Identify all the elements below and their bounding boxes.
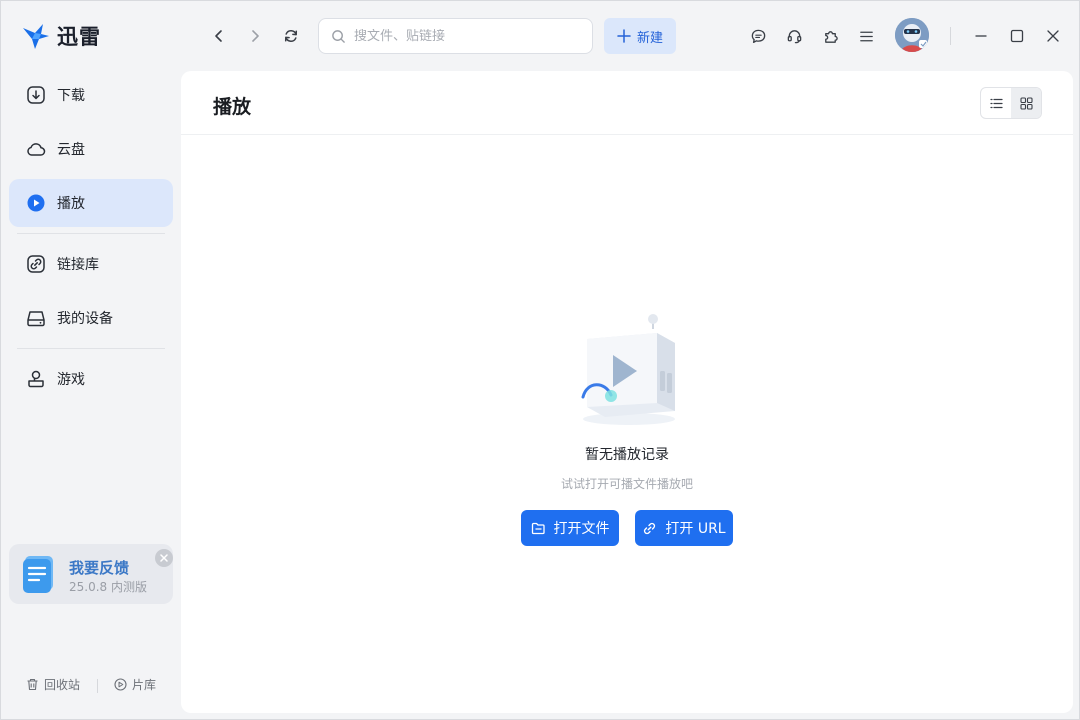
footer-separator xyxy=(97,679,98,693)
message-button[interactable] xyxy=(747,25,769,47)
sidebar-item-game[interactable]: 游戏 xyxy=(9,355,173,403)
link-icon xyxy=(644,522,656,534)
search-box[interactable] xyxy=(318,18,593,54)
app-window: 迅雷 新建 xyxy=(0,0,1080,720)
sidebar-item-label: 播放 xyxy=(57,196,85,212)
feedback-document-icon xyxy=(23,556,53,593)
sidebar-footer: 回收站 片库 xyxy=(1,676,181,696)
search-input[interactable] xyxy=(354,28,574,44)
open-file-label: 打开文件 xyxy=(553,521,610,537)
cloud-icon xyxy=(27,143,46,156)
folder-open-icon xyxy=(531,522,545,534)
sidebar-item-link-library[interactable]: 链接库 xyxy=(9,240,173,288)
page-title: 播放 xyxy=(213,96,252,118)
library-label: 片库 xyxy=(132,678,157,692)
title-bar: 迅雷 新建 xyxy=(1,1,1080,71)
titlebar-separator xyxy=(950,27,951,45)
feedback-title: 我要反馈 xyxy=(69,559,130,577)
sidebar-item-label: 下载 xyxy=(57,88,85,104)
open-file-button[interactable]: 打开文件 xyxy=(521,510,619,546)
recycle-bin-link[interactable]: 回收站 xyxy=(26,676,80,693)
refresh-icon xyxy=(284,30,298,42)
sidebar-item-label: 链接库 xyxy=(57,257,99,273)
sidebar-item-label: 我的设备 xyxy=(57,311,113,327)
new-task-button[interactable]: 新建 xyxy=(604,18,676,54)
open-url-label: 打开 URL xyxy=(665,521,726,537)
game-icon xyxy=(28,370,44,388)
list-view-button[interactable] xyxy=(981,88,1011,118)
header-divider xyxy=(181,134,1073,135)
minimize-icon xyxy=(975,35,987,37)
new-task-label: 新建 xyxy=(636,30,663,46)
refresh-button[interactable] xyxy=(280,25,302,47)
view-mode-toggle xyxy=(980,87,1042,119)
sidebar-item-play[interactable]: 播放 xyxy=(9,179,173,227)
support-button[interactable] xyxy=(783,25,805,47)
trash-icon xyxy=(27,678,38,691)
empty-state-subtitle: 试试打开可播文件播放吧 xyxy=(560,477,693,491)
plus-icon xyxy=(617,29,631,43)
app-logo: 迅雷 xyxy=(21,21,101,51)
search-icon xyxy=(332,29,345,43)
link-library-icon xyxy=(27,255,45,273)
download-icon xyxy=(27,86,45,104)
empty-player-illustration xyxy=(581,314,675,425)
back-icon xyxy=(215,30,222,42)
plugin-icon xyxy=(824,30,838,43)
back-button[interactable] xyxy=(208,25,230,47)
plugin-button[interactable] xyxy=(819,25,841,47)
app-name: 迅雷 xyxy=(57,25,101,49)
user-avatar[interactable] xyxy=(895,18,929,52)
maximize-button[interactable] xyxy=(1006,25,1028,47)
forward-icon xyxy=(252,30,259,42)
app-version: 25.0.8 内测版 xyxy=(69,580,147,594)
avatar-icon xyxy=(895,18,929,52)
close-icon xyxy=(160,554,168,562)
headset-icon xyxy=(787,29,801,43)
sidebar-divider xyxy=(17,233,165,234)
feedback-card[interactable]: 我要反馈 25.0.8 内测版 xyxy=(9,544,173,604)
close-icon xyxy=(1047,30,1059,42)
message-icon xyxy=(751,29,765,43)
open-url-button[interactable]: 打开 URL xyxy=(635,510,733,546)
feedback-close-button[interactable] xyxy=(155,549,173,567)
sidebar-item-label: 云盘 xyxy=(57,142,85,158)
device-icon xyxy=(27,311,45,327)
sidebar-item-cloud[interactable]: 云盘 xyxy=(9,125,173,173)
recycle-bin-label: 回收站 xyxy=(44,678,81,692)
xunlei-bird-icon xyxy=(23,24,49,49)
close-button[interactable] xyxy=(1042,25,1064,47)
menu-icon xyxy=(859,31,873,41)
film-library-icon xyxy=(114,678,127,691)
empty-state-title: 暂无播放记录 xyxy=(585,447,669,463)
minimize-button[interactable] xyxy=(970,25,992,47)
sidebar: 下载 云盘 播放 链接库 我的设备 游戏 我要反馈 25.0.8 内测版 回收站… xyxy=(1,71,181,720)
forward-button[interactable] xyxy=(244,25,266,47)
sidebar-item-label: 游戏 xyxy=(57,372,85,388)
main-menu-button[interactable] xyxy=(855,25,877,47)
grid-view-button[interactable] xyxy=(1011,88,1041,118)
sidebar-item-devices[interactable]: 我的设备 xyxy=(9,294,173,342)
library-link[interactable]: 片库 xyxy=(114,676,156,693)
maximize-icon xyxy=(1010,29,1024,43)
play-icon xyxy=(27,194,45,212)
sidebar-divider xyxy=(17,348,165,349)
list-view-icon xyxy=(989,98,1003,108)
grid-view-icon xyxy=(1019,96,1033,110)
sidebar-item-download[interactable]: 下载 xyxy=(9,71,173,119)
main-panel: 播放 暂无播放记录 试试打开可播文件播放吧 打开文件 打开 URL xyxy=(181,71,1073,713)
